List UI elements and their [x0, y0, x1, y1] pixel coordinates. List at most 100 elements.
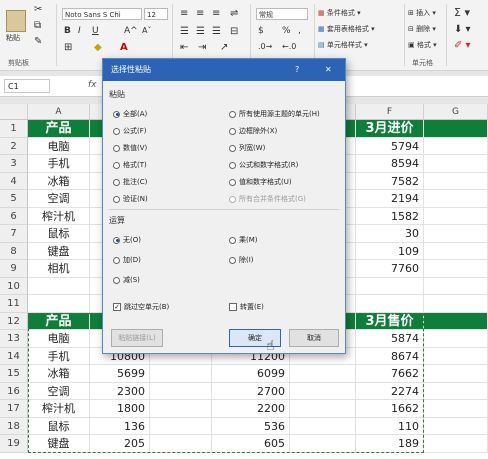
font-size-select[interactable]: 12: [144, 8, 168, 20]
font-color-icon[interactable]: A: [120, 42, 128, 53]
cell-f2[interactable]: 5794: [356, 137, 424, 155]
cell-g17[interactable]: [424, 400, 488, 418]
row-header[interactable]: 10: [0, 277, 28, 295]
cell-d15[interactable]: 6099: [212, 365, 290, 383]
cell-e18[interactable]: [290, 417, 356, 435]
align-left-icon[interactable]: ☰: [180, 26, 189, 37]
column-header-g[interactable]: G: [424, 104, 488, 120]
cell-f15[interactable]: 7662: [356, 365, 424, 383]
paste-option[interactable]: 格式(T): [113, 160, 147, 170]
cell-g1[interactable]: [424, 120, 488, 138]
cell-f1[interactable]: 3月进价: [356, 120, 424, 138]
cell-a17[interactable]: 榨汁机: [28, 400, 90, 418]
cell-c15[interactable]: [150, 365, 212, 383]
cell-e17[interactable]: [290, 400, 356, 418]
conditional-format-button[interactable]: ▦ 条件格式 ▾: [318, 8, 361, 18]
cell-a6[interactable]: 榨汁机: [28, 207, 90, 225]
cell-a18[interactable]: 鼠标: [28, 417, 90, 435]
cell-f13[interactable]: 5874: [356, 330, 424, 348]
cell-a16[interactable]: 空调: [28, 382, 90, 400]
row-header[interactable]: 19: [0, 435, 28, 453]
cell-a10[interactable]: [28, 277, 90, 295]
percent-button[interactable]: %: [282, 26, 291, 36]
cell-a4[interactable]: 冰箱: [28, 172, 90, 190]
delete-button[interactable]: ⊟ 删除 ▾: [408, 24, 436, 34]
bold-button[interactable]: B: [64, 26, 71, 36]
comma-icon[interactable]: ,: [298, 26, 301, 36]
paste-icon[interactable]: [6, 10, 26, 32]
cell-d16[interactable]: 2700: [212, 382, 290, 400]
merge-icon[interactable]: ⊟: [230, 26, 238, 37]
close-icon[interactable]: ✕: [325, 59, 332, 81]
clear-icon[interactable]: ✐ ▾: [454, 40, 471, 51]
row-header[interactable]: 15: [0, 365, 28, 383]
number-format-select[interactable]: 常规: [256, 8, 308, 20]
increase-font-icon[interactable]: A^: [124, 26, 138, 36]
row-header[interactable]: 4: [0, 172, 28, 190]
cell-b15[interactable]: 5699: [90, 365, 150, 383]
cell-c17[interactable]: [150, 400, 212, 418]
cell-g16[interactable]: [424, 382, 488, 400]
operation-option[interactable]: 加(D): [113, 255, 141, 265]
paste-option[interactable]: 批注(C): [113, 177, 147, 187]
operation-option[interactable]: 无(O): [113, 235, 141, 245]
cell-styles-button[interactable]: ▤ 单元格样式 ▾: [318, 40, 368, 50]
cell-f6[interactable]: 1582: [356, 207, 424, 225]
fill-color-icon[interactable]: ◆: [94, 42, 102, 53]
cell-a9[interactable]: 相机: [28, 260, 90, 278]
cell-a11[interactable]: [28, 295, 90, 313]
cell-a1[interactable]: 产品: [28, 120, 90, 138]
cell-f7[interactable]: 30: [356, 225, 424, 243]
cell-g6[interactable]: [424, 207, 488, 225]
format-as-table-button[interactable]: ▦ 套用表格格式 ▾: [318, 24, 375, 34]
cell-e19[interactable]: [290, 435, 356, 453]
cell-a19[interactable]: 键盘: [28, 435, 90, 453]
cell-b18[interactable]: 136: [90, 417, 150, 435]
orientation-icon[interactable]: ↗: [220, 42, 228, 53]
column-header-f[interactable]: F: [356, 104, 424, 120]
paste-option[interactable]: 公式和数字格式(R): [229, 160, 298, 170]
cell-f4[interactable]: 7582: [356, 172, 424, 190]
paste-option[interactable]: 数值(V): [113, 143, 147, 153]
cell-a2[interactable]: 电脑: [28, 137, 90, 155]
paste-link-button[interactable]: 粘贴链接(L): [111, 329, 163, 347]
row-header[interactable]: 14: [0, 347, 28, 365]
cell-b17[interactable]: 1800: [90, 400, 150, 418]
cell-d18[interactable]: 536: [212, 417, 290, 435]
cell-a12[interactable]: 产品: [28, 312, 90, 330]
cell-e16[interactable]: [290, 382, 356, 400]
paste-option[interactable]: 所有使用源主题的单元(H): [229, 109, 320, 119]
cell-f14[interactable]: 8674: [356, 347, 424, 365]
row-header[interactable]: 18: [0, 417, 28, 435]
cell-f10[interactable]: [356, 277, 424, 295]
row-header[interactable]: 2: [0, 137, 28, 155]
insert-button[interactable]: ⊞ 插入 ▾: [408, 8, 436, 18]
cell-f5[interactable]: 2194: [356, 190, 424, 208]
outdent-icon[interactable]: ⇥: [198, 42, 206, 53]
transpose-checkbox[interactable]: 转置(E): [229, 302, 264, 312]
cell-g10[interactable]: [424, 277, 488, 295]
cell-f17[interactable]: 1662: [356, 400, 424, 418]
cell-a8[interactable]: 键盘: [28, 242, 90, 260]
cell-g18[interactable]: [424, 417, 488, 435]
cell-d17[interactable]: 2200: [212, 400, 290, 418]
cell-f18[interactable]: 110: [356, 417, 424, 435]
row-header[interactable]: 7: [0, 225, 28, 243]
align-right-icon[interactable]: ☰: [212, 26, 221, 37]
autosum-icon[interactable]: Σ ▾: [454, 6, 470, 19]
copy-icon[interactable]: ⧉: [34, 20, 41, 31]
name-box[interactable]: C1: [4, 79, 50, 93]
align-center-icon[interactable]: ☰: [196, 26, 205, 37]
operation-option[interactable]: 除(I): [229, 255, 254, 265]
select-all-corner[interactable]: [0, 104, 28, 120]
format-painter-icon[interactable]: ✎: [34, 36, 42, 47]
cell-g5[interactable]: [424, 190, 488, 208]
row-header[interactable]: 9: [0, 260, 28, 278]
decrease-font-icon[interactable]: Aˇ: [142, 26, 151, 35]
border-icon[interactable]: ⊞: [64, 42, 72, 53]
paste-option[interactable]: 列宽(W): [229, 143, 265, 153]
row-header[interactable]: 6: [0, 207, 28, 225]
column-header-a[interactable]: A: [28, 104, 90, 120]
cell-a14[interactable]: 手机: [28, 347, 90, 365]
operation-option[interactable]: 减(S): [113, 275, 140, 285]
